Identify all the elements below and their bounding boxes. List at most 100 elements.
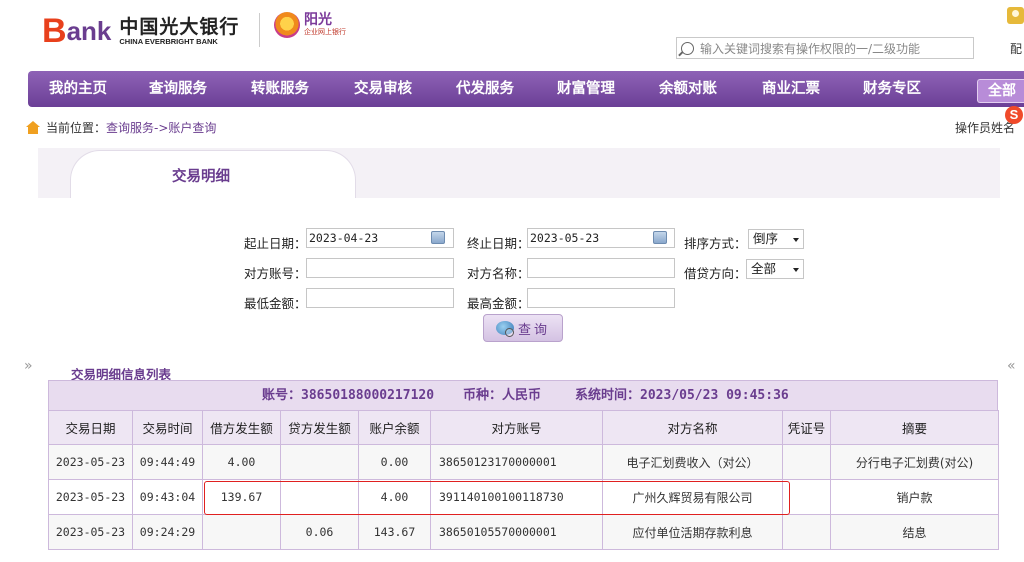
tab-transaction-detail-label: 交易明细: [172, 168, 230, 185]
system-time-label: 系统时间：: [575, 388, 641, 403]
calendar-icon[interactable]: [653, 231, 667, 244]
cell-summary: 销户款: [830, 479, 999, 515]
sun-emblem-icon: [274, 12, 300, 38]
min-amount-label: 最低金额：: [244, 296, 307, 311]
table-header-row: 交易日期 交易时间 借方发生额 贷方发生额 账户余额 对方账号 对方名称 凭证号…: [48, 410, 999, 445]
counterparty-name-label: 对方名称：: [467, 266, 530, 281]
account-info-label: 账号：: [262, 388, 302, 403]
sougou-ime-icon[interactable]: S: [1005, 106, 1023, 124]
query-button-label: 查询: [517, 322, 550, 338]
cell-time: 09:44:49: [132, 444, 203, 480]
cell-date: 2023-05-23: [48, 514, 133, 550]
nav-all-button[interactable]: 全部: [977, 79, 1024, 103]
cell-counterparty-account: 391140100100118730: [430, 479, 603, 515]
col-header-balance[interactable]: 账户余额: [358, 410, 431, 445]
account-info-value: 38650188000217120: [301, 388, 435, 403]
bank-name-en: CHINA EVERBRIGHT BANK: [119, 36, 218, 46]
account-info-bar: 账号：38650188000217120 币种：人民币 系统时间：2023/05…: [48, 380, 998, 410]
col-header-credit[interactable]: 贷方发生额: [280, 410, 359, 445]
top-right-link[interactable]: 配: [1010, 40, 1024, 57]
cell-time: 09:43:04: [132, 479, 203, 515]
counterparty-name-input[interactable]: [527, 258, 675, 278]
nav-item-reconcile[interactable]: 余额对账: [659, 71, 717, 107]
sub-brand-tag: 企业网上银行: [304, 28, 346, 36]
cell-counterparty-name: 应付单位活期存款利息: [602, 514, 783, 550]
table-row[interactable]: 2023-05-23 09:44:49 4.00 0.00 3865012317…: [48, 444, 999, 480]
system-time-value: 2023/05/23 09:45:36: [640, 388, 789, 403]
bank-name-block: 中国光大银行 CHINA EVERBRIGHT BANK: [119, 17, 239, 46]
nav-item-query[interactable]: 查询服务: [149, 71, 207, 107]
calendar-icon[interactable]: [431, 231, 445, 244]
chevron-down-icon: [793, 268, 799, 272]
direction-select[interactable]: 全部: [746, 259, 804, 279]
counterparty-account-label: 对方账号：: [244, 266, 307, 281]
col-header-date[interactable]: 交易日期: [48, 410, 133, 445]
nav-item-wealth[interactable]: 财富管理: [557, 71, 615, 107]
nav-item-transfer[interactable]: 转账服务: [251, 71, 309, 107]
nav-item-finance[interactable]: 财务专区: [863, 71, 921, 107]
direction-label: 借贷方向：: [684, 266, 747, 281]
sort-select[interactable]: 倒序: [748, 229, 804, 249]
cell-voucher: [782, 479, 831, 515]
end-date-label: 终止日期：: [467, 236, 530, 251]
col-header-counterparty-account[interactable]: 对方账号: [430, 410, 603, 445]
transaction-table: 交易日期 交易时间 借方发生额 贷方发生额 账户余额 对方账号 对方名称 凭证号…: [48, 410, 999, 550]
table-row[interactable]: 2023-05-23 09:43:04 139.67 4.00 39114010…: [48, 479, 999, 515]
direction-value: 全部: [751, 261, 777, 276]
sort-value: 倒序: [753, 231, 779, 246]
expand-left-icon[interactable]: »: [24, 358, 33, 374]
cell-summary: 分行电子汇划费(对公): [830, 444, 999, 480]
sub-brand-text: 阳光 企业网上银行: [304, 13, 346, 37]
cell-credit: 0.06: [280, 514, 359, 550]
globe-search-icon: [495, 321, 514, 337]
bank-logo[interactable]: B ank 中国光大银行 CHINA EVERBRIGHT BANK: [42, 14, 239, 48]
currency-info-label: 币种：: [463, 388, 503, 403]
cell-counterparty-name: 电子汇划费收入（对公）: [602, 444, 783, 480]
cell-voucher: [782, 444, 831, 480]
nav-item-payroll[interactable]: 代发服务: [456, 71, 514, 107]
col-header-summary[interactable]: 摘要: [830, 410, 999, 445]
cell-balance: 143.67: [358, 514, 431, 550]
col-header-voucher[interactable]: 凭证号: [782, 410, 831, 445]
start-date-label: 起止日期：: [244, 236, 307, 251]
cell-date: 2023-05-23: [48, 479, 133, 515]
user-icon[interactable]: [1007, 7, 1024, 24]
function-search-input[interactable]: 输入关键词搜索有操作权限的一/二级功能: [676, 37, 974, 59]
breadcrumb-label: 当前位置：: [46, 120, 107, 135]
header: B ank 中国光大银行 CHINA EVERBRIGHT BANK 阳光 企业…: [0, 0, 1024, 66]
cell-credit: [280, 444, 359, 480]
col-header-debit[interactable]: 借方发生额: [202, 410, 281, 445]
logo-divider: [259, 13, 260, 47]
bank-name-cn: 中国光大银行: [119, 15, 240, 38]
sub-brand-title: 阳光: [304, 12, 332, 28]
max-amount-input[interactable]: [527, 288, 675, 308]
breadcrumb-path[interactable]: 查询服务->账户查询: [106, 119, 216, 136]
currency-info: 币种：人民币: [463, 381, 541, 411]
cell-voucher: [782, 514, 831, 550]
cell-counterparty-account: 38650105570000001: [430, 514, 603, 550]
cell-time: 09:24:29: [132, 514, 203, 550]
nav-item-bills[interactable]: 商业汇票: [762, 71, 820, 107]
search-placeholder: 输入关键词搜索有操作权限的一/二级功能: [700, 41, 921, 56]
main-nav: 我的主页 查询服务 转账服务 交易审核 代发服务 财富管理 余额对账 商业汇票 …: [28, 71, 1024, 107]
min-amount-input[interactable]: [306, 288, 454, 308]
home-icon: [26, 120, 40, 134]
nav-item-audit[interactable]: 交易审核: [354, 71, 412, 107]
cell-debit: [202, 514, 281, 550]
collapse-right-icon[interactable]: «: [1007, 358, 1016, 374]
sub-brand-logo: 阳光 企业网上银行: [274, 12, 346, 38]
max-amount-label: 最高金额：: [467, 296, 530, 311]
bank-logo-letter: B: [42, 12, 67, 50]
counterparty-account-input[interactable]: [306, 258, 454, 278]
cell-debit: 4.00: [202, 444, 281, 480]
cell-counterparty-account: 38650123170000001: [430, 444, 603, 480]
search-icon: [681, 41, 694, 55]
col-header-counterparty-name[interactable]: 对方名称: [602, 410, 783, 445]
query-button[interactable]: 查询: [483, 314, 563, 342]
cell-credit: [280, 479, 359, 515]
table-row[interactable]: 2023-05-23 09:24:29 0.06 143.67 38650105…: [48, 514, 999, 550]
col-header-time[interactable]: 交易时间: [132, 410, 203, 445]
nav-item-home[interactable]: 我的主页: [49, 71, 107, 107]
account-info: 账号：38650188000217120: [262, 381, 434, 411]
breadcrumb: 当前位置： 查询服务->账户查询: [26, 119, 216, 135]
